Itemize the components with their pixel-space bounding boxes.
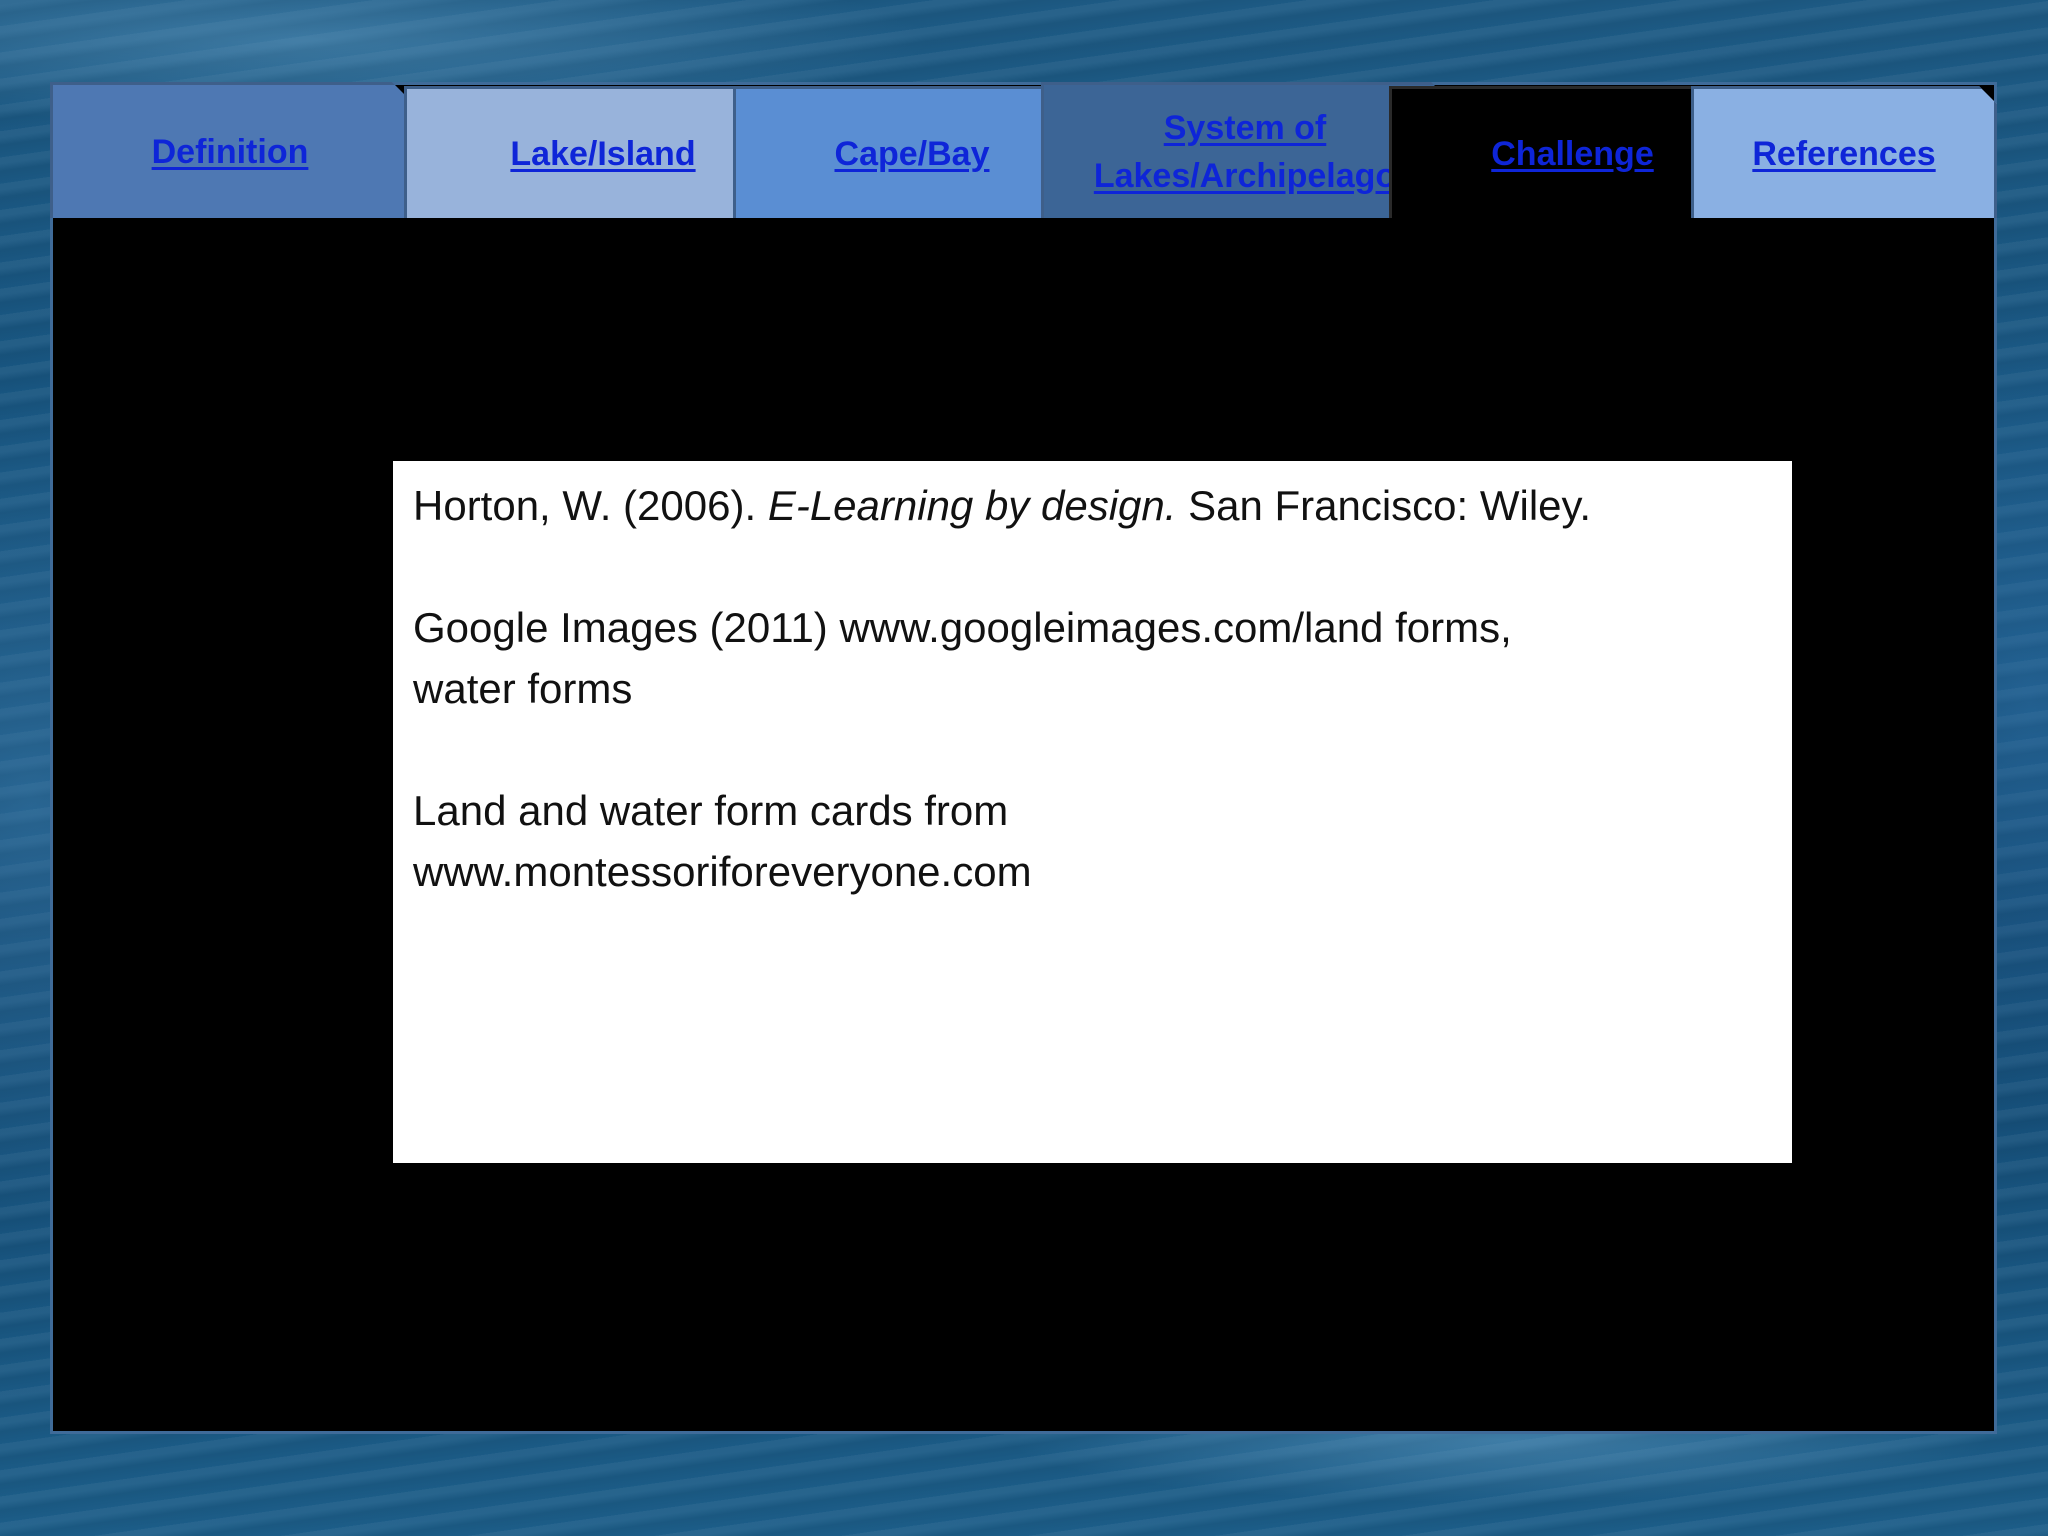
reference-montessori-line2: www.montessoriforeveryone.com [413, 848, 1032, 895]
references-content: Horton, W. (2006). E-Learning by design.… [393, 461, 1792, 1163]
reference-horton: Horton, W. (2006). E-Learning by design.… [413, 475, 1772, 536]
tab-system-of-lakes-archipelago[interactable]: System of Lakes/Archipelago [1041, 82, 1449, 218]
tab-definition-label: Definition [151, 132, 309, 171]
reference-horton-publisher: San Francisco: Wiley. [1176, 482, 1592, 529]
tab-bar: Definition Lake/Island Cape/Bay System o… [50, 82, 1997, 220]
tab-challenge-label: Challenge [1491, 134, 1654, 173]
tab-references[interactable]: References [1691, 86, 1997, 218]
tab-system-of-lakes-label: System of Lakes/Archipelago [1094, 104, 1396, 200]
tab-definition[interactable]: Definition [50, 82, 410, 218]
reference-google-images: Google Images (2011) www.googleimages.co… [413, 597, 1772, 719]
reference-google-line1: Google Images (2011) www.googleimages.co… [413, 604, 1512, 651]
tab-references-label: References [1752, 134, 1936, 173]
tab-cape-bay-label: Cape/Bay [834, 134, 990, 173]
reference-horton-title: E-Learning by design. [767, 482, 1177, 529]
reference-horton-author: Horton, W. (2006). [413, 482, 768, 529]
reference-montessori: Land and water form cards from www.monte… [413, 780, 1772, 902]
reference-google-line2: water forms [413, 665, 633, 712]
tab-system-of-line2: Lakes/Archipelago [1093, 156, 1397, 195]
reference-montessori-line1: Land and water form cards from [413, 787, 1009, 834]
tab-system-of-line1: System of [1163, 108, 1327, 147]
tab-lake-island-label: Lake/Island [510, 134, 696, 173]
tab-cape-bay[interactable]: Cape/Bay [733, 86, 1091, 218]
